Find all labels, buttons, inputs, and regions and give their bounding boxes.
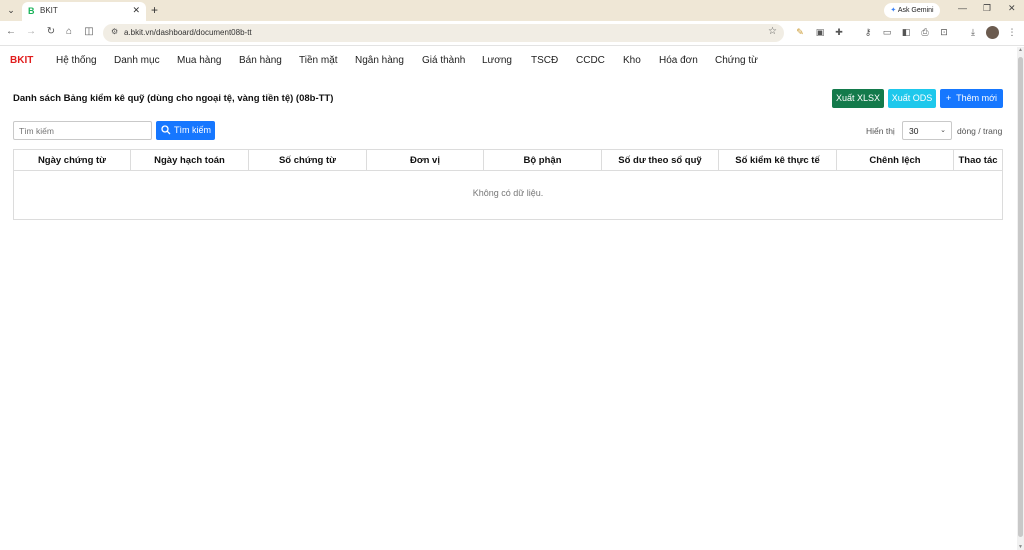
show-label: Hiển thị (866, 126, 895, 136)
col-thao-tac: Thao tác (958, 155, 998, 166)
empty-message: Không có dữ liệu. (472, 188, 544, 198)
search-button[interactable]: Tìm kiếm (156, 121, 215, 140)
scroll-down-icon[interactable]: ▼ (1017, 544, 1024, 550)
per-page-label: dòng / trang (957, 126, 1003, 136)
data-table: Ngày chứng từ Ngày hạch toán Số chứng từ… (13, 149, 1003, 220)
menu-mua-hang[interactable]: Mua hàng (177, 55, 221, 66)
menu-danh-muc[interactable]: Danh mục (114, 55, 160, 66)
printer-icon[interactable]: ⎙ (919, 27, 931, 38)
reload-icon[interactable]: ↻ (45, 26, 57, 37)
menu-he-thong[interactable]: Hệ thống (56, 55, 97, 66)
search-input[interactable] (13, 121, 152, 140)
page-size-select[interactable]: 30 ⌄ (902, 121, 952, 140)
url-text: a.bkit.vn/dashboard/document08b-tt (124, 28, 252, 37)
tab-close-icon[interactable]: ✕ (132, 5, 140, 16)
menu-tien-mat[interactable]: Tiền mặt (299, 55, 338, 66)
download-icon[interactable]: ⤓ (967, 27, 979, 38)
bookmark-star-icon[interactable]: ☆ (768, 26, 777, 37)
add-new-button[interactable]: + Thêm mới (940, 89, 1003, 108)
gemini-icon: ✦ (890, 7, 897, 14)
col-so-kiem-ke-thuc-te[interactable]: Số kiểm kê thực tế (719, 150, 837, 171)
page-title: Danh sách Bảng kiểm kê quỹ (dùng cho ngo… (13, 93, 334, 104)
plus-icon: + (945, 93, 952, 103)
tab-search-icon[interactable]: ⌄ (4, 3, 18, 17)
page-scrollbar[interactable]: ▲ ▼ (1017, 47, 1024, 550)
profile-avatar[interactable] (986, 26, 999, 39)
split-view-icon[interactable]: ◫ (83, 26, 95, 37)
scroll-thumb[interactable] (1018, 57, 1023, 537)
menu-ban-hang[interactable]: Bán hàng (239, 55, 282, 66)
col-so-du-theo-so-quy[interactable]: Số dư theo sổ quỹ (602, 150, 719, 171)
ask-gemini-label: Ask Gemini (897, 7, 934, 14)
main-nav: BKIT Hệ thống Danh mục Mua hàng Bán hàng… (0, 47, 1017, 75)
url-bar[interactable]: ⚙ a.bkit.vn/dashboard/document08b-tt ☆ (103, 24, 784, 42)
key-icon[interactable]: ⚷ (862, 27, 874, 38)
tab-extension-icon[interactable]: ▣ (814, 27, 826, 38)
col-don-vi[interactable]: Đơn vị (367, 150, 484, 171)
screenshot-icon[interactable]: ⊡ (938, 27, 950, 38)
more-menu-icon[interactable]: ⋮ (1006, 27, 1018, 38)
menu-ccdc[interactable]: CCDC (576, 55, 605, 66)
close-window-icon[interactable]: ✕ (1008, 3, 1016, 14)
favicon-icon: B (28, 6, 35, 16)
address-bar-row: ← → ↻ ⌂ ◫ ⚙ a.bkit.vn/dashboard/document… (0, 21, 1024, 46)
card-icon[interactable]: ▭ (881, 27, 893, 38)
maximize-icon[interactable]: ❐ (983, 3, 991, 14)
back-icon[interactable]: ← (5, 26, 17, 37)
col-bo-phan[interactable]: Bộ phận (484, 150, 602, 171)
menu-ngan-hang[interactable]: Ngân hàng (355, 55, 404, 66)
new-tab-button[interactable]: + (151, 3, 158, 17)
home-icon[interactable]: ⌂ (63, 26, 75, 37)
page-size-value: 30 (909, 126, 919, 136)
chevron-down-icon: ⌄ (940, 127, 946, 134)
pen-extension-icon[interactable]: ✎ (794, 27, 806, 38)
export-ods-button[interactable]: Xuất ODS (888, 89, 936, 108)
search-icon (161, 125, 171, 135)
browser-tab-bar: ⌄ B BKIT ✕ + ✦ Ask Gemini — ❐ ✕ (0, 0, 1024, 21)
puzzle-extension-icon[interactable]: ✚ (833, 27, 845, 38)
menu-luong[interactable]: Lương (482, 55, 512, 66)
forward-icon[interactable]: → (25, 26, 37, 37)
table-header: Ngày chứng từ Ngày hạch toán Số chứng từ… (14, 150, 1002, 171)
search-button-label: Tìm kiếm (174, 125, 211, 135)
browser-tab[interactable]: B BKIT ✕ (22, 2, 146, 21)
col-ngay-hach-toan[interactable]: Ngày hạch toán (131, 150, 249, 171)
col-so-chung-tu[interactable]: Số chứng từ (249, 150, 367, 171)
site-info-icon[interactable]: ⚙ (111, 27, 118, 36)
sidebar-icon[interactable]: ◧ (900, 27, 912, 38)
menu-kho[interactable]: Kho (623, 55, 641, 66)
col-ngay-chung-tu[interactable]: Ngày chứng từ (14, 150, 131, 171)
menu-gia-thanh[interactable]: Giá thành (422, 55, 465, 66)
menu-hoa-don[interactable]: Hóa đơn (659, 55, 698, 66)
add-new-label: Thêm mới (956, 93, 997, 103)
minimize-icon[interactable]: — (958, 3, 967, 13)
export-xlsx-button[interactable]: Xuất XLSX (832, 89, 884, 108)
ask-gemini-button[interactable]: ✦ Ask Gemini (884, 3, 940, 18)
tab-title: BKIT (40, 6, 58, 15)
menu-chung-tu[interactable]: Chứng từ (715, 55, 758, 66)
menu-tscd[interactable]: TSCĐ (531, 55, 558, 66)
col-chenh-lech[interactable]: Chênh lệch (837, 150, 954, 171)
brand-logo[interactable]: BKIT (10, 55, 33, 66)
scroll-up-icon[interactable]: ▲ (1017, 47, 1024, 53)
